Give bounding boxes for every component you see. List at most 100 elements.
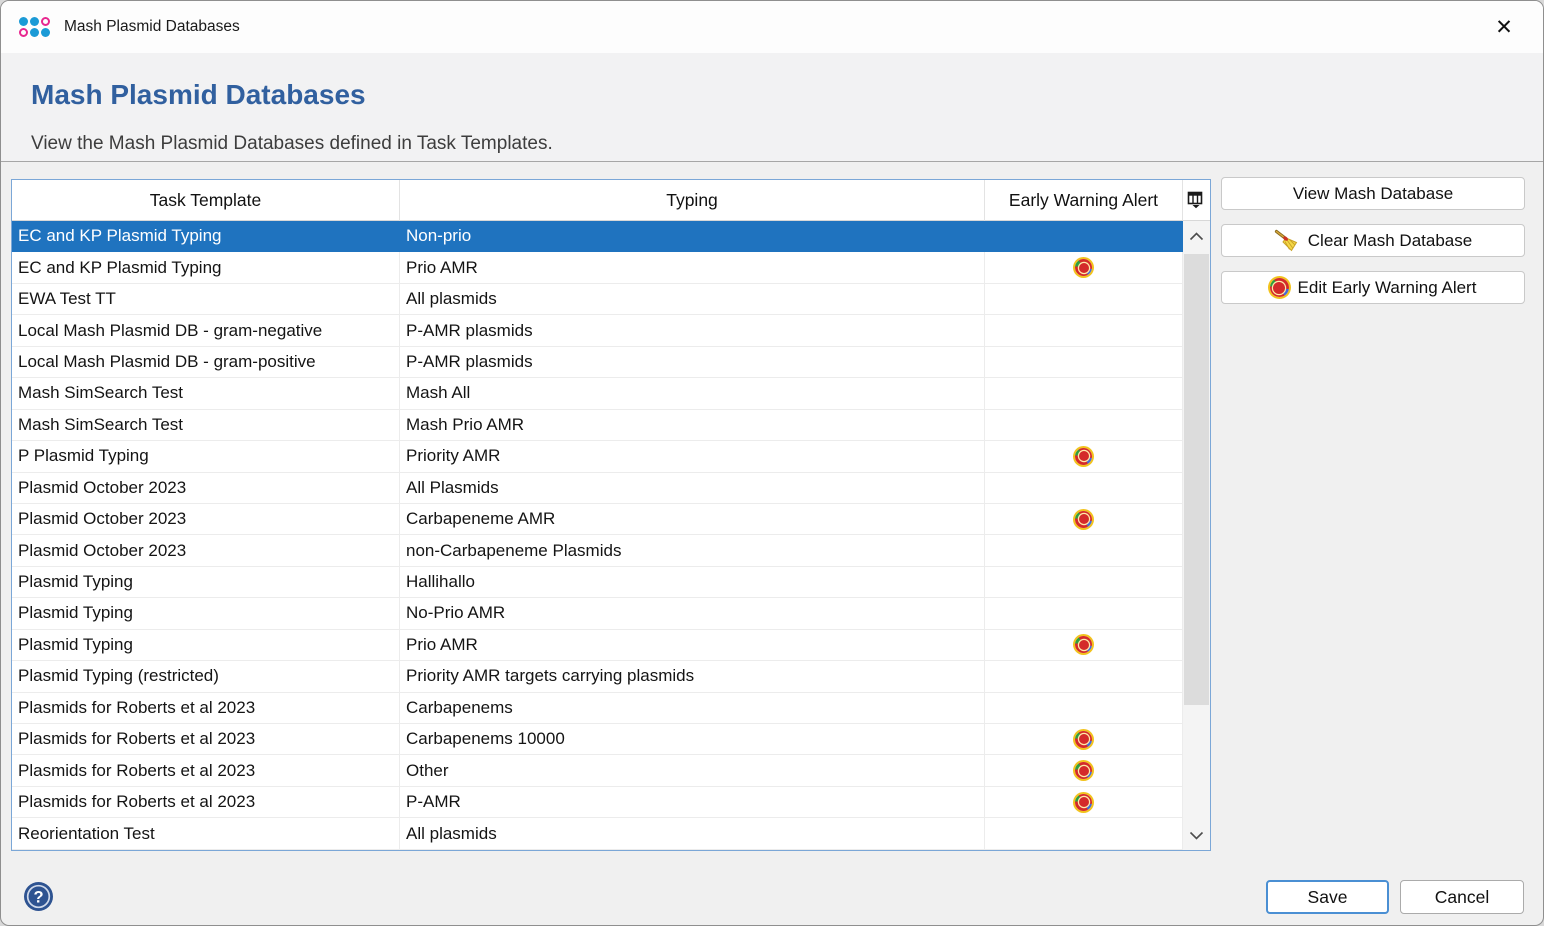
header-panel: Mash Plasmid Databases View the Mash Pla… <box>1 53 1543 162</box>
cell-task-template: Plasmids for Roberts et al 2023 <box>12 787 400 818</box>
view-mash-database-label: View Mash Database <box>1293 184 1453 204</box>
clear-mash-database-button[interactable]: Clear Mash Database <box>1221 224 1525 257</box>
app-icon-dot <box>19 17 28 26</box>
column-chooser-icon[interactable] <box>1183 180 1210 221</box>
table-header: Task Template Typing Early Warning Alert <box>12 180 1210 221</box>
cell-typing: No-Prio AMR <box>400 598 985 629</box>
vertical-scrollbar[interactable] <box>1183 221 1210 850</box>
table-row[interactable]: P Plasmid TypingPriority AMR <box>12 441 1183 472</box>
table-row[interactable]: Plasmid TypingHallihallo <box>12 567 1183 598</box>
table-row[interactable]: Plasmid October 2023Carbapeneme AMR <box>12 504 1183 535</box>
column-header-early-warning-alert[interactable]: Early Warning Alert <box>985 180 1183 221</box>
cell-typing: All plasmids <box>400 284 985 315</box>
early-warning-alert-icon <box>1075 259 1092 276</box>
app-icon <box>19 17 50 37</box>
broom-icon <box>1274 229 1299 252</box>
cell-typing: Other <box>400 755 985 786</box>
cell-early-warning-alert <box>985 787 1183 818</box>
cell-early-warning-alert <box>985 504 1183 535</box>
cell-typing: Priority AMR <box>400 441 985 472</box>
clear-mash-database-label: Clear Mash Database <box>1308 231 1472 251</box>
table-row[interactable]: EC and KP Plasmid TypingPrio AMR <box>12 252 1183 283</box>
table-row[interactable]: Plasmid TypingNo-Prio AMR <box>12 598 1183 629</box>
cell-early-warning-alert <box>985 252 1183 283</box>
table-row[interactable]: Reorientation TestAll plasmids <box>12 818 1183 849</box>
cell-early-warning-alert <box>985 598 1183 629</box>
cell-task-template: Local Mash Plasmid DB - gram-negative <box>12 315 400 346</box>
table-row[interactable]: Plasmid Typing (restricted)Priority AMR … <box>12 661 1183 692</box>
page-subtitle: View the Mash Plasmid Databases defined … <box>31 133 553 155</box>
table-row[interactable]: Plasmids for Roberts et al 2023Carbapene… <box>12 724 1183 755</box>
cell-task-template: Plasmid October 2023 <box>12 473 400 504</box>
help-icon[interactable]: ? <box>23 881 54 912</box>
column-header-task-template[interactable]: Task Template <box>12 180 400 221</box>
cell-task-template: Plasmid Typing <box>12 567 400 598</box>
cell-task-template: Plasmid Typing (restricted) <box>12 661 400 692</box>
table-row[interactable]: Mash SimSearch TestMash All <box>12 378 1183 409</box>
table-row[interactable]: EWA Test TTAll plasmids <box>12 284 1183 315</box>
cell-early-warning-alert <box>985 315 1183 346</box>
view-mash-database-button[interactable]: View Mash Database <box>1221 177 1525 210</box>
cell-task-template: Reorientation Test <box>12 818 400 849</box>
cell-task-template: Plasmids for Roberts et al 2023 <box>12 724 400 755</box>
dialog-window: Mash Plasmid Databases ✕ Mash Plasmid Da… <box>0 0 1544 926</box>
cell-task-template: Mash SimSearch Test <box>12 410 400 441</box>
table-row[interactable]: Plasmid October 2023All Plasmids <box>12 473 1183 504</box>
cell-task-template: Plasmid Typing <box>12 630 400 661</box>
cell-typing: Prio AMR <box>400 252 985 283</box>
close-icon[interactable]: ✕ <box>1487 11 1521 43</box>
edit-early-warning-alert-button[interactable]: Edit Early Warning Alert <box>1221 271 1525 304</box>
cell-typing: P-AMR <box>400 787 985 818</box>
cell-task-template: Local Mash Plasmid DB - gram-positive <box>12 347 400 378</box>
cell-early-warning-alert <box>985 284 1183 315</box>
early-warning-alert-icon <box>1075 636 1092 653</box>
cell-early-warning-alert <box>985 221 1183 252</box>
databases-table: Task Template Typing Early Warning Alert… <box>11 179 1211 851</box>
save-button[interactable]: Save <box>1266 880 1389 914</box>
app-icon-dot <box>30 28 39 37</box>
cell-early-warning-alert <box>985 693 1183 724</box>
page-title: Mash Plasmid Databases <box>31 79 366 111</box>
cell-typing: Carbapeneme AMR <box>400 504 985 535</box>
cancel-button[interactable]: Cancel <box>1400 880 1524 914</box>
cell-typing: All Plasmids <box>400 473 985 504</box>
title-bar: Mash Plasmid Databases ✕ <box>1 1 1543 53</box>
cell-task-template: Plasmids for Roberts et al 2023 <box>12 693 400 724</box>
cell-early-warning-alert <box>985 441 1183 472</box>
app-icon-dot <box>19 28 28 37</box>
cell-task-template: EC and KP Plasmid Typing <box>12 221 400 252</box>
cell-task-template: Plasmid October 2023 <box>12 535 400 566</box>
cell-task-template: Mash SimSearch Test <box>12 378 400 409</box>
cell-typing: Priority AMR targets carrying plasmids <box>400 661 985 692</box>
early-warning-alert-icon <box>1075 731 1092 748</box>
table-row[interactable]: Plasmids for Roberts et al 2023P-AMR <box>12 787 1183 818</box>
table-row[interactable]: Local Mash Plasmid DB - gram-negativeP-A… <box>12 315 1183 346</box>
window-title: Mash Plasmid Databases <box>64 18 240 36</box>
scroll-down-icon[interactable] <box>1183 820 1210 850</box>
table-body: EC and KP Plasmid TypingNon-prioEC and K… <box>12 221 1183 850</box>
early-warning-alert-icon <box>1270 278 1289 297</box>
table-row[interactable]: Plasmid TypingPrio AMR <box>12 630 1183 661</box>
cell-early-warning-alert <box>985 630 1183 661</box>
table-row[interactable]: Local Mash Plasmid DB - gram-positiveP-A… <box>12 347 1183 378</box>
cell-typing: non-Carbapeneme Plasmids <box>400 535 985 566</box>
table-row[interactable]: Plasmid October 2023non-Carbapeneme Plas… <box>12 535 1183 566</box>
table-row[interactable]: Plasmids for Roberts et al 2023Carbapene… <box>12 693 1183 724</box>
early-warning-alert-icon <box>1075 511 1092 528</box>
table-row[interactable]: Plasmids for Roberts et al 2023Other <box>12 755 1183 786</box>
cell-typing: Mash All <box>400 378 985 409</box>
column-header-typing[interactable]: Typing <box>400 180 985 221</box>
cell-typing: Prio AMR <box>400 630 985 661</box>
app-icon-dot <box>41 28 50 37</box>
app-icon-dot <box>30 17 39 26</box>
scroll-up-icon[interactable] <box>1183 221 1210 251</box>
cell-early-warning-alert <box>985 535 1183 566</box>
cell-typing: Non-prio <box>400 221 985 252</box>
table-row[interactable]: EC and KP Plasmid TypingNon-prio <box>12 221 1183 252</box>
cell-early-warning-alert <box>985 724 1183 755</box>
table-row[interactable]: Mash SimSearch TestMash Prio AMR <box>12 410 1183 441</box>
cell-typing: P-AMR plasmids <box>400 347 985 378</box>
cell-task-template: P Plasmid Typing <box>12 441 400 472</box>
cell-task-template: EC and KP Plasmid Typing <box>12 252 400 283</box>
scrollbar-thumb[interactable] <box>1184 254 1209 705</box>
